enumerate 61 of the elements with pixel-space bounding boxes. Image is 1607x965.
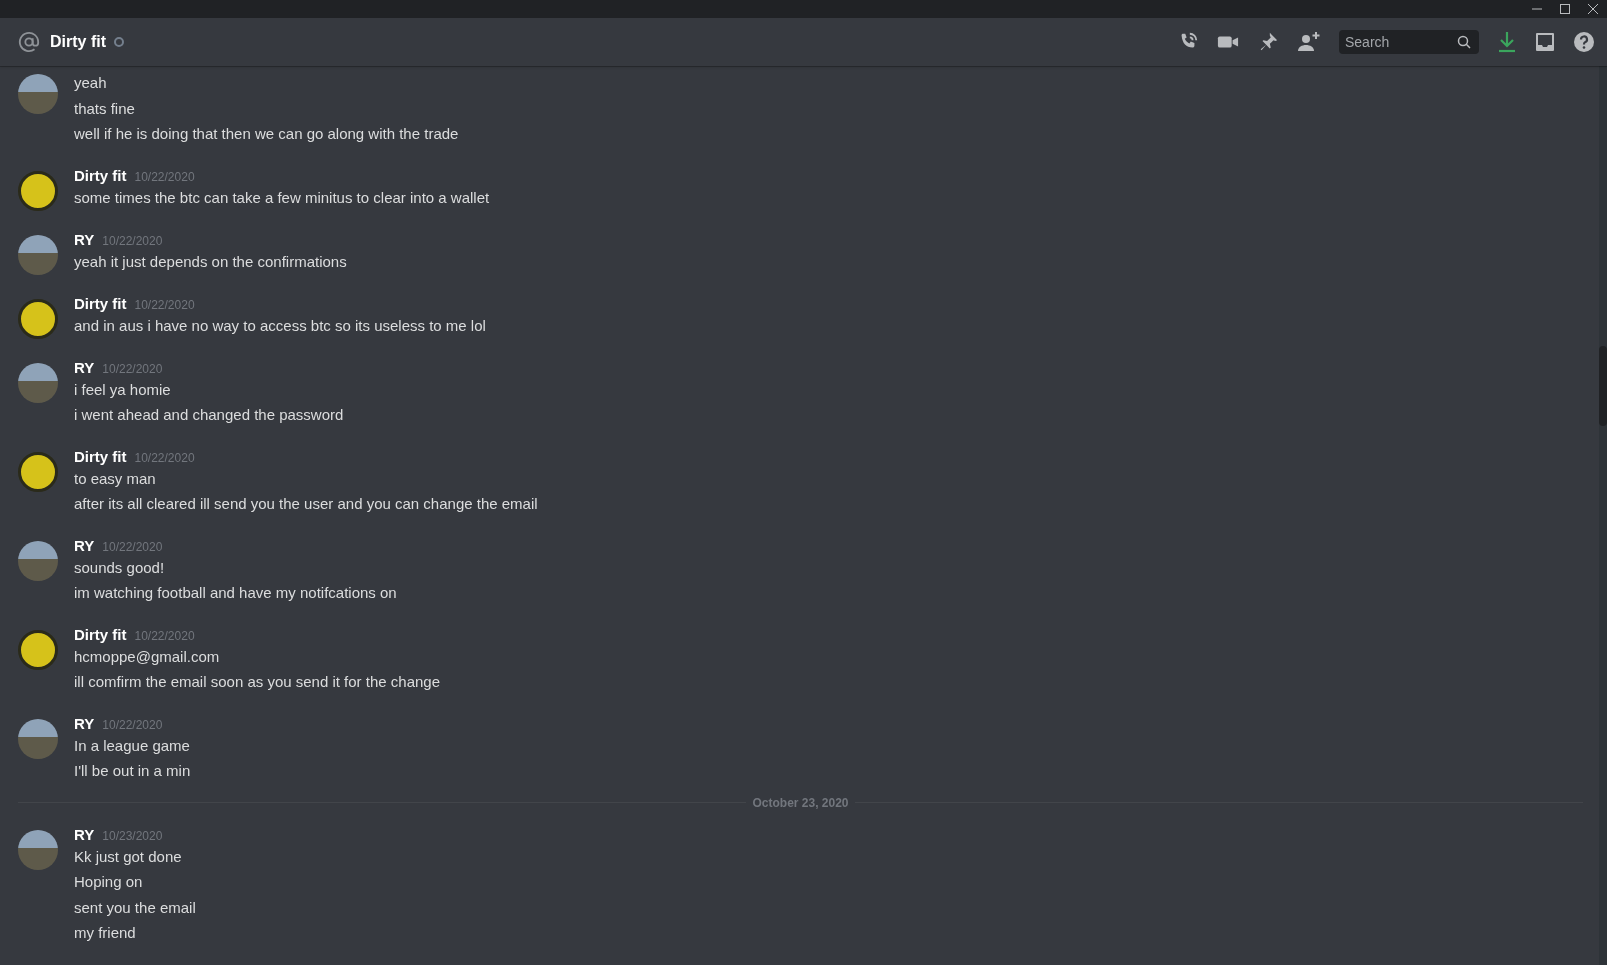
message-text: yeah it just depends on the confirmations <box>74 251 347 272</box>
message-timestamp: 10/22/2020 <box>134 169 195 184</box>
avatar-photo[interactable] <box>18 234 58 275</box>
avatar-logo[interactable] <box>18 451 58 492</box>
message-timestamp: 10/22/2020 <box>134 450 195 465</box>
message-text: im watching football and have my notifcations on <box>74 583 397 603</box>
message-timestamp: 10/22/2020 <box>102 233 163 248</box>
maximize-icon[interactable] <box>1560 4 1570 14</box>
message-text: some times the btc can take a few minitus to clear into a wallet <box>74 187 490 208</box>
avatar-logo[interactable] <box>18 629 58 670</box>
message-timestamp: 10/23/2020 <box>102 828 163 843</box>
message-timestamp: 10/22/2020 <box>134 297 195 312</box>
avatar-photo[interactable] <box>18 718 58 759</box>
message-text: yeah <box>74 73 108 93</box>
avatar-photo[interactable] <box>18 829 58 870</box>
author-name[interactable]: RY <box>74 714 95 732</box>
author-name[interactable]: RY <box>74 536 95 554</box>
message-text: In a league game <box>74 735 191 756</box>
message-text: sounds good! <box>74 557 166 578</box>
close-icon[interactable] <box>1588 4 1598 14</box>
message-text: thats fine <box>74 98 136 119</box>
message-timestamp: 10/22/2020 <box>102 361 163 376</box>
message-text: well if he is doing that then we can go along with the trade <box>74 124 459 144</box>
message-text: my friend <box>74 923 137 943</box>
message-timestamp: 10/22/2020 <box>102 539 163 554</box>
scrollbar-thumb[interactable] <box>1599 346 1607 426</box>
author-name[interactable]: RY <box>74 230 95 248</box>
message-text: Kk just got done <box>74 846 183 867</box>
message-text: hcmoppe@gmail.com <box>74 646 221 667</box>
message-timestamp: 10/22/2020 <box>134 628 195 643</box>
at-sign-icon <box>18 31 40 53</box>
download-icon[interactable] <box>1497 31 1517 53</box>
author-name[interactable]: Dirty fit <box>74 447 127 465</box>
avatar-photo[interactable] <box>18 74 58 114</box>
message-text: after its all cleared ill send you the user and you can change the email <box>74 494 538 514</box>
inbox-icon[interactable] <box>1535 32 1555 52</box>
search-icon <box>1457 35 1471 49</box>
avatar-logo[interactable] <box>18 298 58 339</box>
add-friend-icon[interactable] <box>1297 31 1321 53</box>
avatar-logo[interactable] <box>18 170 58 211</box>
avatar-photo[interactable] <box>18 540 58 581</box>
search-field[interactable]: Search <box>1339 30 1479 54</box>
message-text: sent you the email <box>74 897 196 918</box>
help-icon[interactable] <box>1573 31 1595 53</box>
message-text: I'll be out in a min <box>74 761 191 781</box>
message-text: i went ahead and changed the password <box>74 405 344 425</box>
date-divider-label: October 23, 2020 <box>751 795 850 810</box>
author-name[interactable]: Dirty fit <box>74 166 127 184</box>
author-name[interactable]: RY <box>74 358 95 376</box>
message-text: and in aus i have no way to access btc so its useless to me lol <box>74 315 486 336</box>
author-name[interactable]: Dirty fit <box>74 625 127 643</box>
author-name[interactable]: Dirty fit <box>74 294 127 312</box>
message-text: ill comfirm the email soon as you send it for the change <box>74 672 440 692</box>
avatar-photo[interactable] <box>18 362 58 403</box>
conversation-title: Dirty fit <box>50 33 106 51</box>
message-text: to easy man <box>74 468 157 489</box>
scrollbar-track[interactable] <box>1599 66 1607 965</box>
message-timestamp: 10/22/2020 <box>102 717 163 732</box>
message-text: Hoping on <box>74 872 144 892</box>
message-text: i feel ya homie <box>74 379 172 400</box>
author-name[interactable]: RY <box>74 825 95 843</box>
